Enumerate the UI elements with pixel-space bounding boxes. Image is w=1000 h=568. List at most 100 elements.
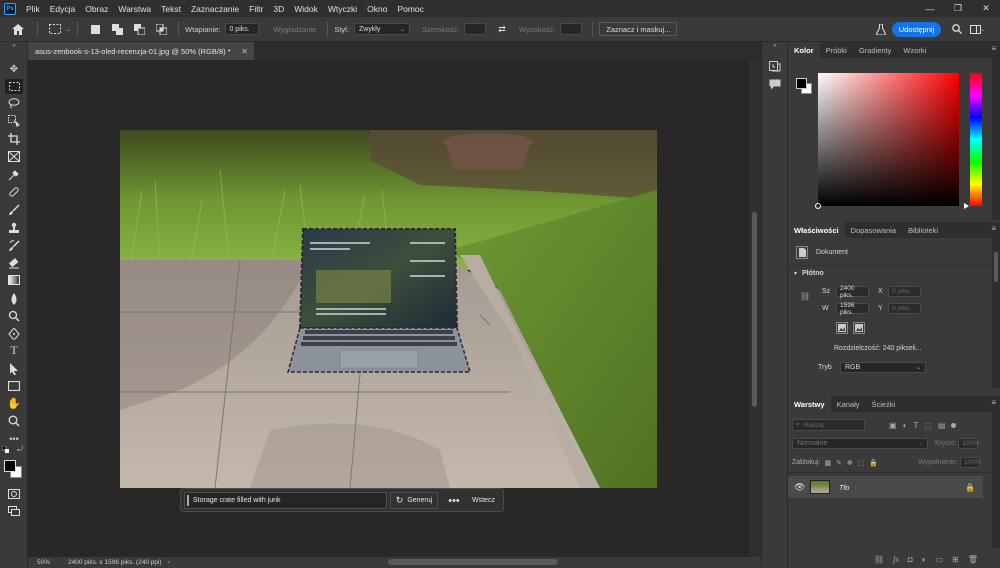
- menu-type[interactable]: Tekst: [161, 4, 181, 14]
- height-input[interactable]: [560, 23, 583, 35]
- history-panel-icon[interactable]: [768, 59, 782, 73]
- back-button[interactable]: Wstecz: [472, 492, 495, 509]
- lasso-tool-icon[interactable]: [5, 96, 23, 111]
- lock-artboard-icon[interactable]: ⬚: [858, 459, 865, 467]
- rectangle-tool-icon[interactable]: [5, 378, 23, 393]
- menu-plugins[interactable]: Wtyczki: [328, 4, 357, 14]
- spot-healing-tool-icon[interactable]: [5, 184, 23, 199]
- eyedropper-tool-icon[interactable]: [5, 167, 23, 182]
- fill-input[interactable]: 100%: [960, 457, 981, 468]
- properties-scrollbar-thumb[interactable]: [994, 252, 998, 282]
- menu-image[interactable]: Obraz: [85, 4, 108, 14]
- tab-adjustments[interactable]: Dopasowania: [845, 222, 902, 238]
- tab-layers[interactable]: Warstwy: [788, 396, 831, 412]
- pen-tool-icon[interactable]: [5, 326, 23, 341]
- generate-button[interactable]: ↻ Generuj: [390, 492, 438, 509]
- history-brush-tool-icon[interactable]: [5, 238, 23, 253]
- filter-adjustment-icon[interactable]: ◐: [903, 421, 908, 430]
- horizontal-scrollbar-thumb[interactable]: [388, 559, 558, 565]
- blur-tool-icon[interactable]: [5, 291, 23, 306]
- object-selection-tool-icon[interactable]: [5, 113, 23, 128]
- restore-icon[interactable]: ❐: [944, 0, 972, 17]
- lock-transparency-icon[interactable]: ▦: [824, 459, 831, 467]
- type-tool-icon[interactable]: T: [5, 343, 23, 358]
- filter-toggle-icon[interactable]: [951, 422, 957, 428]
- panel-menu-icon[interactable]: ≡: [991, 224, 996, 233]
- layer-row[interactable]: 👁 Tło 🔒: [788, 476, 983, 498]
- tab-properties[interactable]: Właściwości: [788, 222, 845, 238]
- properties-panel-scrollbar[interactable]: [992, 238, 1000, 388]
- tab-patterns[interactable]: Wzorki: [897, 42, 932, 58]
- blend-mode-select[interactable]: Normalne ⌄: [792, 438, 928, 449]
- canvas-width-input[interactable]: 2400 piks.: [836, 285, 869, 299]
- gradient-tool-icon[interactable]: [5, 272, 23, 287]
- lock-position-icon[interactable]: ✥: [847, 459, 853, 467]
- link-layers-icon[interactable]: ⛓: [874, 555, 884, 564]
- comments-panel-icon[interactable]: [768, 77, 782, 91]
- add-selection-icon[interactable]: [109, 21, 125, 37]
- close-window-icon[interactable]: ✕: [972, 0, 1000, 17]
- share-button[interactable]: Udostępnij: [892, 22, 941, 37]
- tab-paths[interactable]: Ścieżki: [866, 396, 902, 412]
- width-input[interactable]: [464, 23, 487, 35]
- more-tools-icon[interactable]: •••: [5, 431, 23, 446]
- new-adjustment-layer-icon[interactable]: ◐: [922, 555, 927, 564]
- select-and-mask-button[interactable]: Zaznacz i maskuj...: [599, 22, 678, 36]
- hand-tool-icon[interactable]: ✋: [5, 396, 23, 411]
- document-info[interactable]: 2400 piks. x 1596 piks. (240 ppi): [68, 559, 162, 566]
- vertical-scrollbar[interactable]: [749, 60, 761, 557]
- collapse-panels-icon[interactable]: «: [768, 42, 782, 50]
- labs-flask-icon[interactable]: [873, 21, 889, 37]
- delete-layer-icon[interactable]: 🗑: [968, 555, 978, 564]
- default-colors-icon[interactable]: [2, 446, 10, 454]
- quick-mask-icon[interactable]: [5, 486, 23, 501]
- menu-file[interactable]: Plik: [26, 4, 40, 14]
- menu-select[interactable]: Zaznaczanie: [191, 4, 239, 14]
- color-panel-scrollbar[interactable]: [992, 58, 1000, 220]
- filter-shape-icon[interactable]: ⬚: [924, 421, 932, 430]
- swap-colors-icon[interactable]: ⤾: [15, 446, 25, 454]
- panel-menu-icon[interactable]: ≡: [991, 398, 996, 407]
- swap-dimensions-icon[interactable]: ⇄: [494, 21, 510, 37]
- layer-kind-filter[interactable]: ⌕ Rodzaj: [792, 419, 865, 431]
- zoom-level[interactable]: 50%: [37, 559, 62, 566]
- lock-image-icon[interactable]: ✎: [836, 459, 842, 467]
- link-dimensions-icon[interactable]: ⛓: [800, 292, 810, 301]
- move-tool-icon[interactable]: ✥: [5, 62, 23, 77]
- canvas-section-header[interactable]: ▾ Płótno: [794, 270, 824, 277]
- document-image[interactable]: [120, 130, 657, 488]
- smooth-checkbox-label[interactable]: Wygładzanie: [273, 25, 316, 34]
- menu-help[interactable]: Pomoc: [397, 4, 423, 14]
- tab-channels[interactable]: Kanały: [831, 396, 866, 412]
- tab-gradients[interactable]: Gradienty: [853, 42, 898, 58]
- layer-effects-icon[interactable]: fx: [893, 555, 899, 564]
- layers-panel-scrollbar[interactable]: [992, 412, 1000, 548]
- chevron-down-icon[interactable]: ⌄: [66, 26, 71, 33]
- clone-stamp-tool-icon[interactable]: [5, 220, 23, 235]
- menu-window[interactable]: Okno: [367, 4, 387, 14]
- tab-color[interactable]: Kolor: [788, 42, 820, 58]
- screen-mode-icon[interactable]: [5, 503, 23, 518]
- hue-slider-handle[interactable]: [964, 203, 969, 209]
- document-tab[interactable]: asus-zenbook-s-13-oled-recenzja-01.jpg @…: [28, 42, 254, 60]
- tab-swatches[interactable]: Próbki: [820, 42, 853, 58]
- filter-smart-object-icon[interactable]: ▤: [938, 421, 946, 430]
- zoom-tool-icon[interactable]: [5, 413, 23, 428]
- new-group-icon[interactable]: ▭: [936, 555, 944, 564]
- minimize-icon[interactable]: —: [916, 0, 944, 17]
- more-options-icon[interactable]: •••: [446, 492, 462, 509]
- panel-menu-icon[interactable]: ≡: [991, 44, 996, 53]
- subtract-selection-icon[interactable]: [131, 21, 147, 37]
- close-tab-icon[interactable]: ✕: [241, 47, 248, 56]
- foreground-color-swatch[interactable]: [4, 460, 16, 472]
- generative-fill-prompt-input[interactable]: Storage crate filled with junk: [184, 492, 387, 509]
- dodge-tool-icon[interactable]: [5, 308, 23, 323]
- search-icon[interactable]: [949, 21, 965, 37]
- brush-tool-icon[interactable]: [5, 202, 23, 217]
- portrait-orientation-icon[interactable]: [836, 322, 848, 334]
- filter-type-icon[interactable]: T: [913, 421, 918, 430]
- tab-libraries[interactable]: Biblioteki: [902, 222, 944, 238]
- intersect-selection-icon[interactable]: [153, 21, 169, 37]
- panel-foreground-swatch[interactable]: [796, 78, 807, 89]
- vertical-scrollbar-thumb[interactable]: [752, 212, 757, 407]
